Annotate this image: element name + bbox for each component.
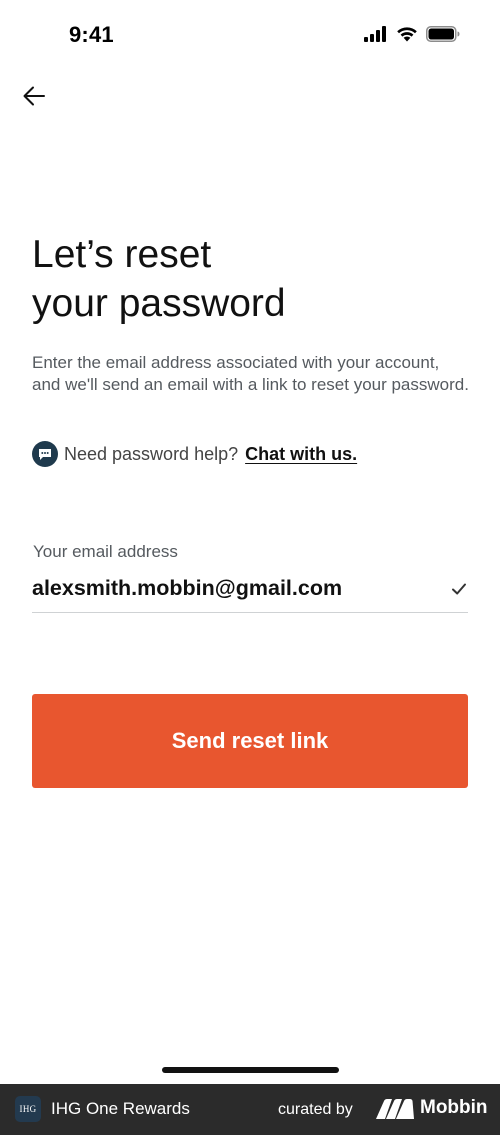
- back-button[interactable]: [18, 80, 50, 112]
- wifi-icon: [397, 27, 417, 42]
- email-field-label: Your email address: [33, 542, 178, 561]
- description-text: Enter the email address associated with …: [32, 353, 469, 394]
- password-help-text: Need password help?: [64, 443, 239, 464]
- email-field[interactable]: [32, 570, 468, 613]
- arrow-left-icon: [23, 86, 45, 106]
- email-input[interactable]: [32, 576, 432, 601]
- status-bar: 9:41: [0, 0, 500, 74]
- cellular-signal-icon: [364, 26, 386, 42]
- chat-bubble-icon: [32, 441, 58, 467]
- mobbin-brand-name: Mobbin: [420, 1097, 488, 1118]
- screen: 9:41 Let’s reset your password Enter the…: [0, 0, 500, 1135]
- battery-icon: [426, 26, 460, 42]
- home-indicator[interactable]: [162, 1067, 339, 1073]
- chat-with-us-link[interactable]: Chat with us.: [245, 444, 357, 465]
- footer-bar: IHG IHG One Rewards curated by Mobbin: [0, 1084, 500, 1135]
- curated-by-text: curated by: [278, 1101, 353, 1118]
- app-name: IHG One Rewards: [51, 1099, 190, 1118]
- mobbin-logo-icon: [376, 1099, 414, 1119]
- app-logo: IHG: [15, 1096, 41, 1122]
- page-title: Let’s reset your password: [32, 230, 472, 328]
- checkmark-icon: [452, 583, 466, 595]
- send-reset-link-button[interactable]: Send reset link: [32, 694, 468, 788]
- status-icons: [364, 26, 460, 42]
- page-title-line1: Let’s reset: [32, 233, 212, 276]
- status-time: 9:41: [69, 22, 114, 47]
- password-help-row: Need password help? Chat with us.: [32, 440, 357, 468]
- page-title-line2: your password: [32, 282, 286, 325]
